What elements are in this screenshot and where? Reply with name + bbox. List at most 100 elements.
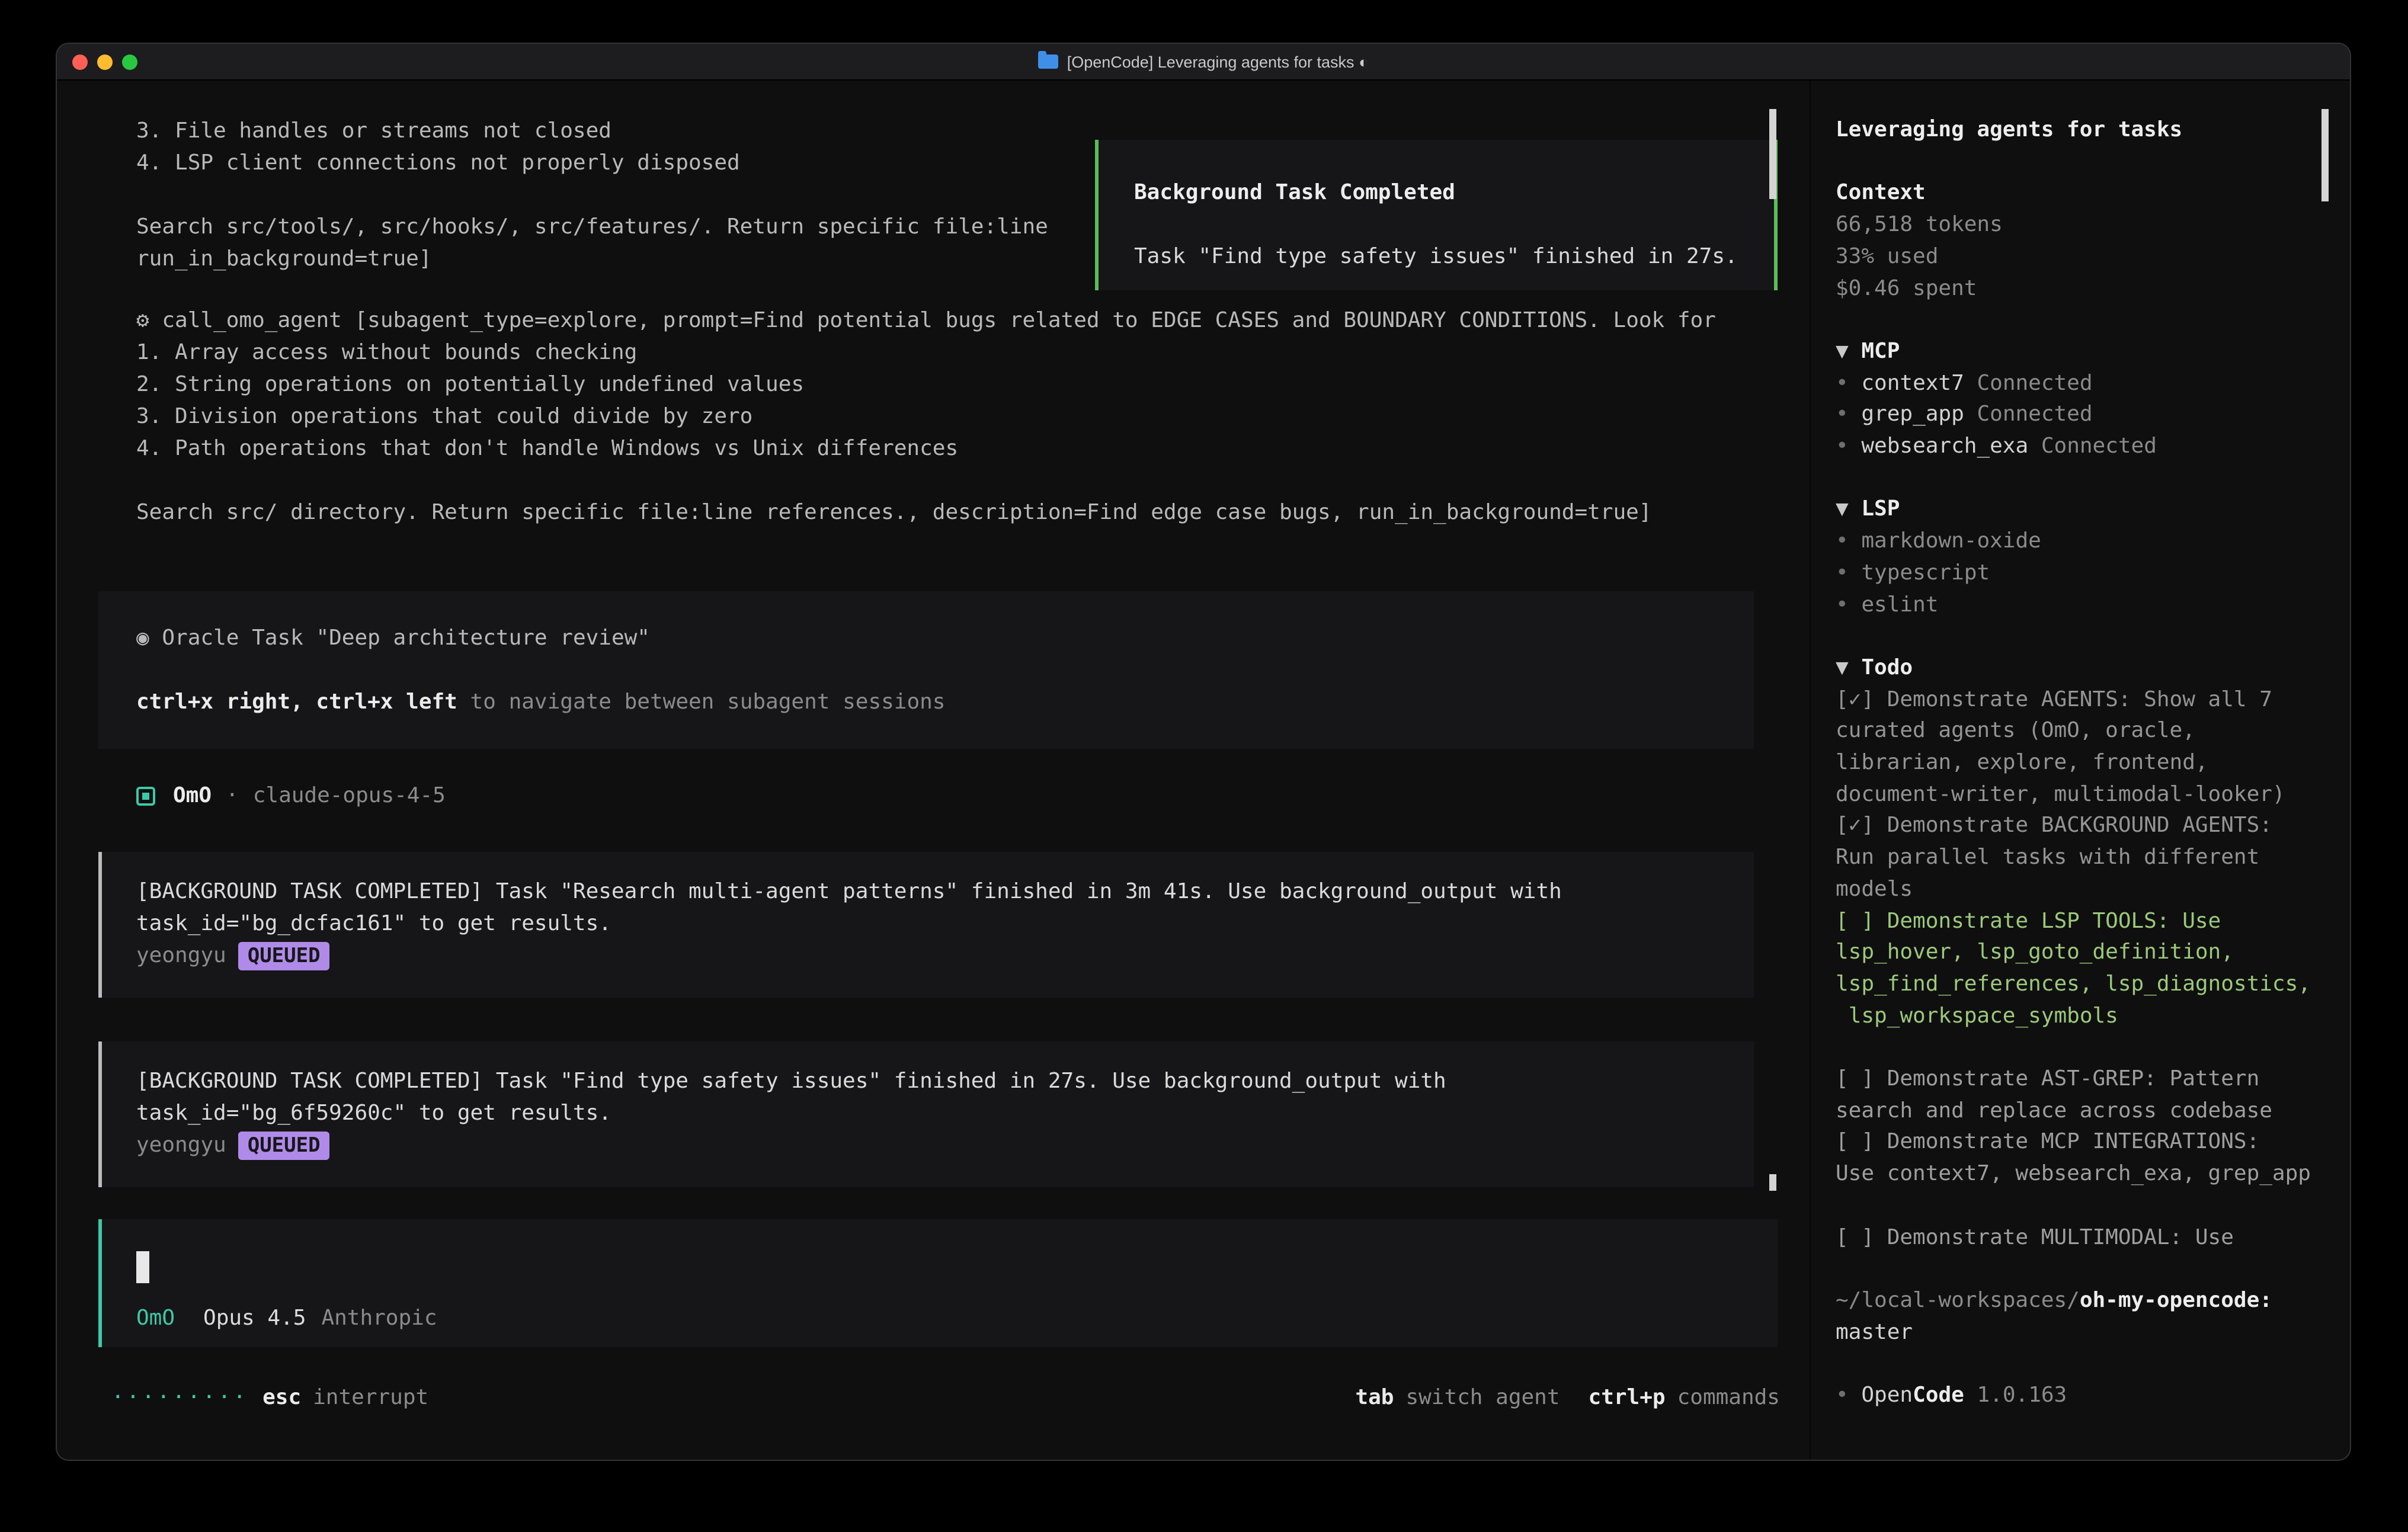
input-model-name: Opus 4.5 <box>203 1302 306 1334</box>
agent-model: claude-opus-4-5 <box>253 780 446 812</box>
todo-item: [✓] Demonstrate AGENTS: Show all 7 curat… <box>1836 684 2325 811</box>
bullet-icon: • <box>1836 370 1849 395</box>
traffic-lights <box>72 55 137 70</box>
collapse-icon: ▼ <box>1836 655 1849 680</box>
todo-item: [ ] Demonstrate MULTIMODAL: Use <box>1836 1222 2325 1254</box>
lsp-heading: LSP <box>1861 497 1900 522</box>
bullet-icon: • <box>1836 592 1849 617</box>
bullet-icon: • <box>1836 528 1849 553</box>
main-scrollbar-mark[interactable] <box>1769 1174 1776 1191</box>
app-version: 1.0.163 <box>1977 1383 2067 1408</box>
minimize-button[interactable] <box>97 55 113 70</box>
mcp-item: • websearch_exa Connected <box>1836 431 2325 463</box>
folder-icon <box>1039 55 1059 69</box>
version-line: • OpenCode 1.0.163 <box>1836 1380 2325 1412</box>
maximize-button[interactable] <box>122 55 137 70</box>
hint-keys: ctrl+x right, ctrl+x left <box>136 690 457 714</box>
message-body: [BACKGROUND TASK COMPLETED] Task "Resear… <box>136 876 1754 940</box>
model-info: OmO Opus 4.5 Anthropic <box>136 1302 437 1334</box>
esc-key-hint: esc <box>262 1382 301 1414</box>
context-used: 33% used <box>1836 242 2325 273</box>
input-agent-name: OmO <box>136 1302 175 1334</box>
titlebar: [OpenCode] Leveraging agents for tasks ◐ <box>57 44 2350 81</box>
prompt-input[interactable]: OmO Opus 4.5 Anthropic <box>98 1219 1778 1347</box>
tool-call-line: ⚙ call_omo_agent [subagent_type=explore,… <box>136 305 1716 336</box>
oracle-hint: ctrl+x right, ctrl+x left to navigate be… <box>136 686 1754 718</box>
hint-text: to navigate between subagent sessions <box>457 690 946 714</box>
text-cursor <box>136 1251 149 1283</box>
tab-key-hint: tab <box>1355 1382 1394 1414</box>
collapse-icon: ▼ <box>1836 497 1849 522</box>
session-title: Leveraging agents for tasks <box>1836 115 2325 146</box>
terminal-main: 3. File handles or streams not closed 4.… <box>57 81 1810 1460</box>
lsp-item: • markdown-oxide <box>1836 526 2325 557</box>
window-title-text: [OpenCode] Leveraging agents for tasks ◐ <box>1067 44 1369 80</box>
lsp-item: • eslint <box>1836 589 2325 621</box>
message-body: [BACKGROUND TASK COMPLETED] Task "Find t… <box>136 1065 1754 1129</box>
close-button[interactable] <box>72 55 88 70</box>
message-footer: yeongyu QUEUED <box>136 1129 1754 1161</box>
oracle-task-title: ◉ Oracle Task "Deep architecture review" <box>136 622 1754 654</box>
collapse-icon: ▼ <box>1836 339 1849 364</box>
todo-item: [ ] Demonstrate MCP INTEGRATIONS: Use co… <box>1836 1127 2325 1191</box>
queued-badge: QUEUED <box>238 1131 330 1159</box>
agent-name: OmO <box>173 780 212 812</box>
bullet-icon: • <box>1836 1383 1849 1408</box>
oracle-task-panel: ◉ Oracle Task "Deep architecture review"… <box>98 591 1754 749</box>
bullet-icon: • <box>1836 402 1849 427</box>
workspace-path: ~/local-workspaces/oh-my-opencode: <box>1836 1286 2325 1317</box>
mcp-item: • grep_app Connected <box>1836 400 2325 431</box>
ctrlp-key-hint: ctrl+p <box>1589 1382 1666 1414</box>
main-scrollbar-thumb[interactable] <box>1769 109 1776 199</box>
sidebar: Leveraging agents for tasks Context 66,5… <box>1810 81 2350 1460</box>
oracle-title-text: Oracle Task "Deep architecture review" <box>162 626 650 650</box>
agent-checkbox-icon <box>136 786 155 805</box>
message-block: [BACKGROUND TASK COMPLETED] Task "Resear… <box>98 852 1754 998</box>
agent-separator: · <box>226 780 239 812</box>
bullet-icon: • <box>1836 560 1849 585</box>
esc-label: interrupt <box>313 1382 428 1414</box>
toast-title: Background Task Completed <box>1134 177 1774 209</box>
todo-item: [ ] Demonstrate AST-GREP: Pattern search… <box>1836 1064 2325 1127</box>
workspace-branch: master <box>1836 1317 2325 1348</box>
message-author: yeongyu <box>136 940 226 972</box>
mcp-item: • context7 Connected <box>1836 368 2325 399</box>
oracle-icon: ◉ <box>136 626 149 650</box>
context-heading: Context <box>1836 178 2325 210</box>
gear-icon: ⚙ <box>136 308 149 333</box>
brand-open: Open <box>1861 1383 1913 1408</box>
toast-body: Task "Find type safety issues" finished … <box>1134 241 1774 273</box>
lsp-item: • typescript <box>1836 558 2325 589</box>
status-bar: ········· esc interrupt tab switch agent… <box>111 1382 1780 1414</box>
mcp-heading: MCP <box>1861 339 1900 364</box>
lsp-section-header[interactable]: ▼ LSP <box>1836 495 2325 526</box>
todo-item-active: [ ] Demonstrate LSP TOOLS: Use lsp_hover… <box>1836 906 2325 1033</box>
message-author: yeongyu <box>136 1129 226 1161</box>
ctrlp-label: commands <box>1677 1382 1780 1414</box>
window-title: [OpenCode] Leveraging agents for tasks ◐ <box>1039 44 1369 80</box>
background-task-toast: Background Task Completed Task "Find typ… <box>1095 140 1778 290</box>
mcp-section-header[interactable]: ▼ MCP <box>1836 336 2325 368</box>
tool-call-text: call_omo_agent [subagent_type=explore, p… <box>162 308 1716 333</box>
tab-label: switch agent <box>1405 1382 1560 1414</box>
todo-item: [✓] Demonstrate BACKGROUND AGENTS: Run p… <box>1836 811 2325 906</box>
agent-header: OmO · claude-opus-4-5 <box>136 780 446 812</box>
desktop: [OpenCode] Leveraging agents for tasks ◐… <box>0 0 2408 1532</box>
context-spent: $0.46 spent <box>1836 273 2325 305</box>
context-tokens: 66,518 tokens <box>1836 210 2325 241</box>
spinner: ········· <box>111 1382 248 1414</box>
terminal-window: [OpenCode] Leveraging agents for tasks ◐… <box>57 44 2350 1460</box>
sidebar-scrollbar-thumb[interactable] <box>2321 109 2329 201</box>
tool-call-detail: 1. Array access without bounds checking … <box>136 336 1652 528</box>
brand-code: Code <box>1913 1383 1964 1408</box>
input-provider: Anthropic <box>321 1302 437 1334</box>
scrollback-text: 3. File handles or streams not closed 4.… <box>136 115 1048 275</box>
message-block: [BACKGROUND TASK COMPLETED] Task "Find t… <box>98 1041 1754 1187</box>
todo-section-header[interactable]: ▼ Todo <box>1836 653 2325 684</box>
message-footer: yeongyu QUEUED <box>136 940 1754 972</box>
queued-badge: QUEUED <box>238 941 330 970</box>
workspace-repo: oh-my-opencode: <box>2080 1288 2272 1313</box>
todo-heading: Todo <box>1861 655 1913 680</box>
bullet-icon: • <box>1836 434 1849 459</box>
workspace-path-prefix: ~/local-workspaces/ <box>1836 1288 2080 1313</box>
